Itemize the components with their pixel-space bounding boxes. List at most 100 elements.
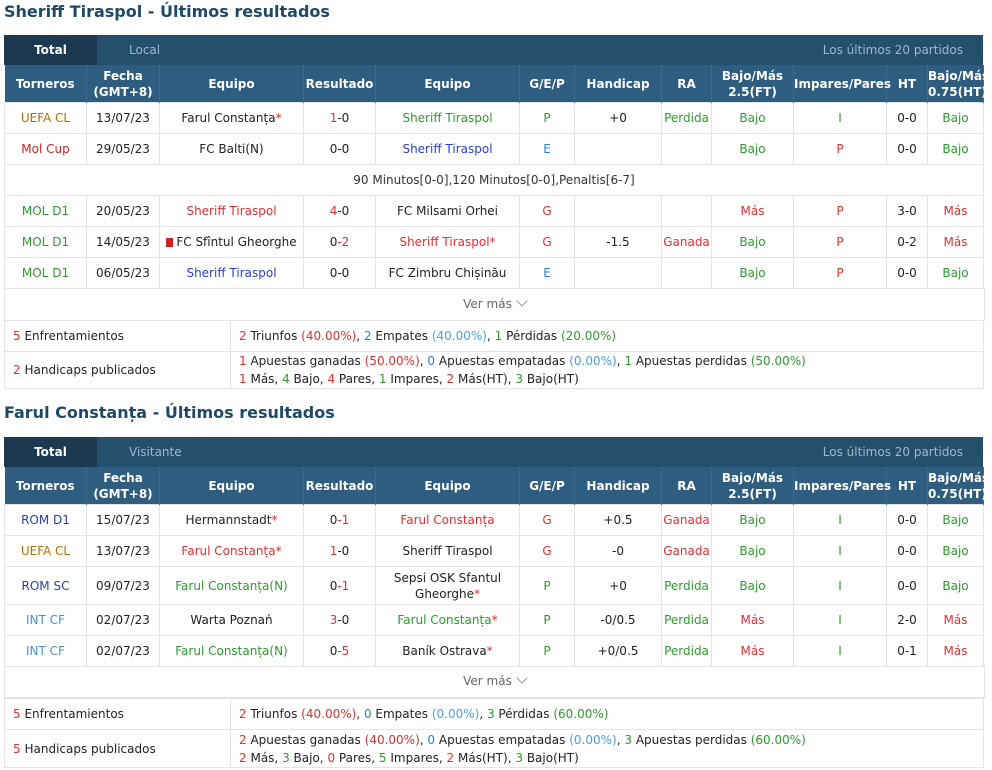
totals-line: 1 Más, 4 Bajo, 4 Pares, 1 Impares, 2 Más… — [239, 370, 983, 388]
ver-mas-button[interactable]: Ver más — [4, 288, 985, 321]
ver-mas-button[interactable]: Ver más — [4, 665, 985, 698]
home-team[interactable]: Farul Constanța* — [159, 535, 304, 567]
match-score[interactable]: 1-0 — [303, 102, 376, 134]
home-team[interactable]: Warta Poznań — [159, 604, 304, 636]
competition[interactable]: ROM D1 — [4, 504, 87, 536]
bets-line: 2 Apuestas ganadas (40.00%), 0 Apuestas … — [239, 732, 806, 747]
away-team-name: Sheriff Tiraspol — [402, 111, 493, 125]
match-score[interactable]: 3-0 — [303, 604, 376, 636]
header-line: Bajo/Más — [721, 470, 784, 485]
competition[interactable]: INT CF — [4, 604, 87, 636]
competition[interactable]: INT CF — [4, 635, 87, 667]
match-score[interactable]: 0-0 — [303, 257, 376, 289]
header-line: Fecha — [103, 68, 143, 83]
totals-line: 2 Más, 3 Bajo, 0 Pares, 5 Impares, 2 Más… — [239, 749, 983, 767]
away-team[interactable]: Sepsi OSK Sfantul Gheorghe* — [375, 566, 520, 605]
tab-total[interactable]: Total — [4, 35, 97, 65]
col-gep: G/E/P — [519, 65, 575, 103]
tab-visitante[interactable]: Visitante — [129, 437, 182, 467]
loss-label: Pérdidas — [498, 707, 550, 721]
away-team[interactable]: Baník Ostrava* — [375, 635, 520, 667]
enfrentamientos-label: 5 Enfrentamientos — [4, 698, 231, 730]
match-score[interactable]: 0-5 — [303, 635, 376, 667]
score-away: -0 — [337, 613, 350, 627]
home-team[interactable]: FC Balti(N) — [159, 133, 304, 165]
mas-ht-count: 2 — [446, 750, 455, 765]
tab-local[interactable]: Local — [129, 35, 160, 65]
home-team[interactable]: Hermannstadt* — [159, 504, 304, 536]
home-team-name: FC Sfîntul Gheorghe — [176, 235, 297, 249]
match-score[interactable]: 1-0 — [303, 535, 376, 567]
home-team-name: Sheriff Tiraspol — [186, 204, 277, 218]
wins-label: Triunfos — [250, 707, 298, 721]
match-score[interactable]: 0-2 — [303, 226, 376, 258]
tab-total[interactable]: Total — [4, 437, 97, 467]
pares-label: Pares, — [338, 372, 376, 386]
away-team[interactable]: Sheriff Tiraspol — [375, 133, 520, 165]
match-score[interactable]: 4-0 — [303, 195, 376, 227]
header-line: Bajo/Más — [721, 68, 784, 83]
away-team[interactable]: Farul Constanța — [375, 504, 520, 536]
halftime-score: 0-0 — [886, 535, 928, 567]
table-row: MOL D1 06/05/23 Sheriff Tiraspol 0-0 FC … — [4, 257, 984, 289]
match-score[interactable]: 0-1 — [303, 504, 376, 536]
col-equipo-visitante: Equipo — [375, 467, 520, 505]
table-row: ROM SC 09/07/23 Farul Constanța(N) 0-1 S… — [4, 566, 984, 605]
home-team[interactable]: Farul Constanța(N) — [159, 635, 304, 667]
summary-table: 5 Enfrentamientos 2 Triunfos (40.00%), 0… — [4, 698, 984, 768]
match-date: 13/07/23 — [86, 102, 160, 134]
bets-lost-count: 1 — [624, 354, 632, 368]
favorite-marker: * — [275, 544, 282, 558]
mas-count: 2 — [239, 750, 247, 765]
competition[interactable]: MOL D1 — [4, 195, 87, 227]
chevron-down-icon — [516, 295, 528, 307]
odd-even: I — [793, 535, 887, 567]
handicap: +0 — [574, 102, 662, 134]
competition[interactable]: Mol Cup — [4, 133, 87, 165]
header-line: Bajo/Más — [928, 470, 990, 485]
result-gep: G — [519, 226, 575, 258]
enfrentamientos-stats: 2 Triunfos (40.00%), 0 Empates (0.00%), … — [230, 698, 984, 730]
away-team[interactable]: Sheriff Tiraspol — [375, 535, 520, 567]
mas-ht-count: 2 — [446, 372, 455, 386]
handicap: +0 — [574, 566, 662, 605]
competition[interactable]: UEFA CL — [4, 102, 87, 134]
favorite-marker: * — [271, 513, 278, 527]
odd-even: P — [793, 133, 887, 165]
away-team[interactable]: Sheriff Tiraspol* — [375, 226, 520, 258]
handicap: -0/0.5 — [574, 604, 662, 636]
away-team[interactable]: Sheriff Tiraspol — [375, 102, 520, 134]
match-score[interactable]: 0-1 — [303, 566, 376, 605]
home-team[interactable]: FC Sfîntul Gheorghe — [159, 226, 304, 258]
away-team[interactable]: Farul Constanța* — [375, 604, 520, 636]
away-team-name: Farul Constanța — [397, 613, 492, 627]
score-away: -1 — [337, 513, 350, 527]
wins-count: 2 — [239, 329, 247, 343]
away-team-name: Sheriff Tiraspol — [402, 142, 493, 156]
home-team[interactable]: Sheriff Tiraspol — [159, 195, 304, 227]
over-under-ht: Bajo — [927, 566, 984, 605]
enf-text: Enfrentamientos — [24, 707, 124, 721]
home-team[interactable]: Farul Constanța* — [159, 102, 304, 134]
last-matches-label: Los últimos 20 partidos — [822, 43, 963, 57]
over-under-ft: Bajo — [711, 504, 794, 536]
home-team-name: Farul Constanța — [181, 544, 276, 558]
handicap: -0 — [574, 535, 662, 567]
score-away: -0 — [337, 111, 350, 125]
ra-result: Ganada — [661, 504, 712, 536]
match-note-row: 90 Minutos[0-0],120 Minutos[0-0],Penalti… — [4, 164, 984, 196]
pares-label: Pares, — [338, 750, 376, 765]
away-team[interactable]: FC Zimbru Chișinău — [375, 257, 520, 289]
match-score[interactable]: 0-0 — [303, 133, 376, 165]
odd-even: P — [793, 195, 887, 227]
over-under-ht: Más — [927, 226, 984, 258]
competition[interactable]: UEFA CL — [4, 535, 87, 567]
home-team[interactable]: Sheriff Tiraspol — [159, 257, 304, 289]
result-gep: G — [519, 504, 575, 536]
away-team[interactable]: FC Milsami Orhei — [375, 195, 520, 227]
competition[interactable]: MOL D1 — [4, 226, 87, 258]
competition[interactable]: ROM SC — [4, 566, 87, 605]
home-team[interactable]: Farul Constanța(N) — [159, 566, 304, 605]
competition[interactable]: MOL D1 — [4, 257, 87, 289]
halftime-score: 0-0 — [886, 102, 928, 134]
